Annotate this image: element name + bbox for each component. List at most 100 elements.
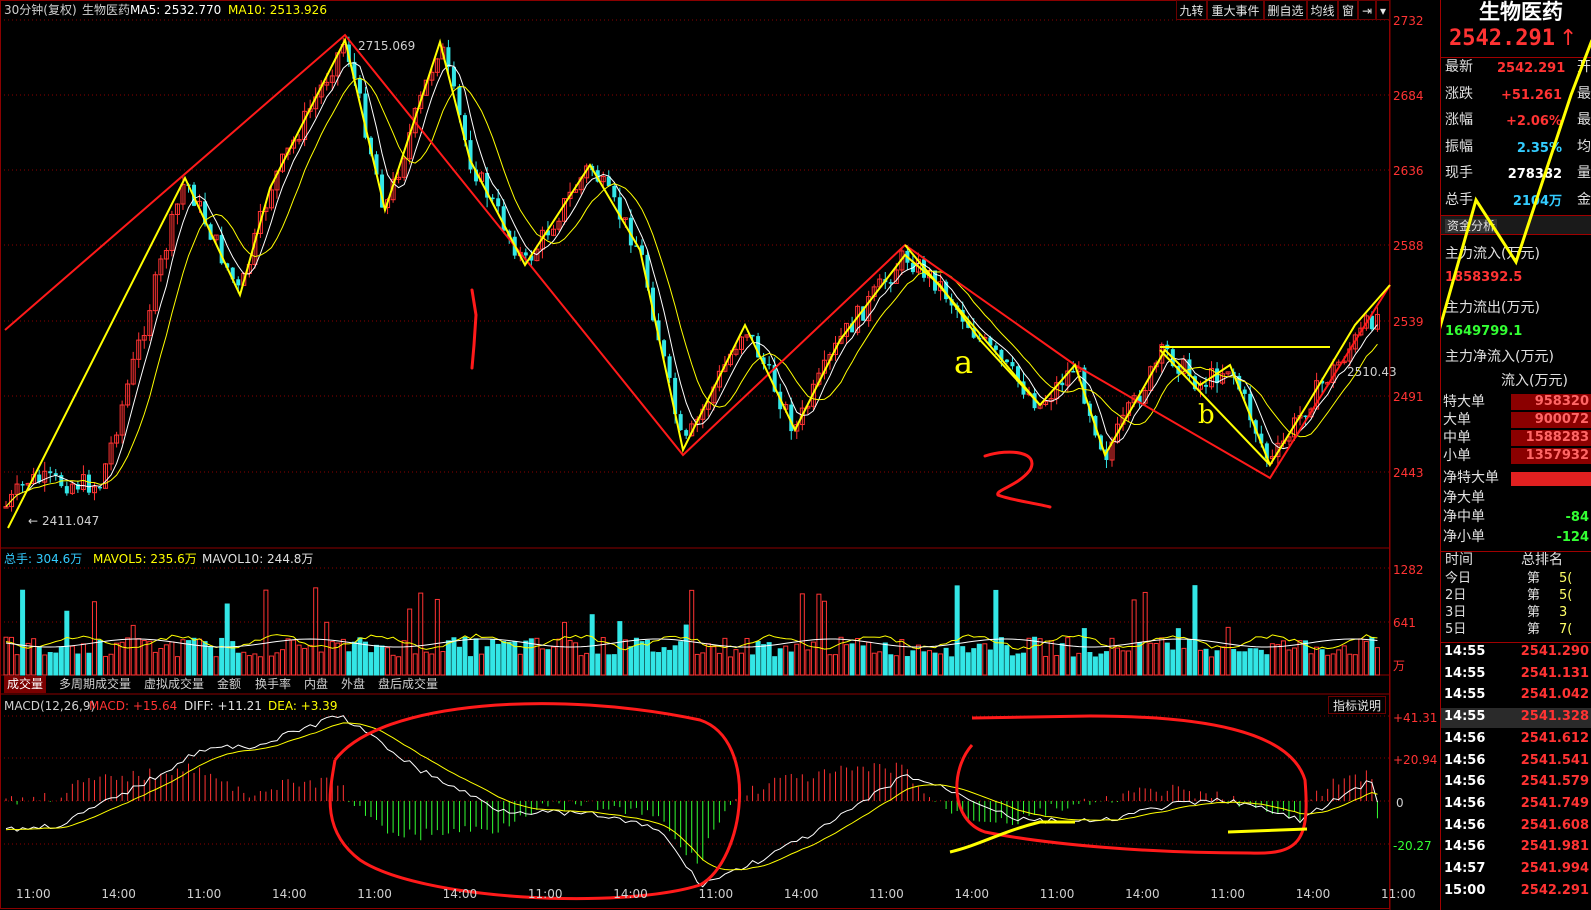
tick-price: 2541.131 xyxy=(1520,665,1589,681)
volume-bar xyxy=(1065,637,1071,676)
volume-bar xyxy=(783,645,789,676)
volume-bar xyxy=(130,624,136,676)
volume-bar xyxy=(1319,649,1325,676)
time-axis-label: 11:00 xyxy=(186,887,222,901)
time-axis-label: 14:00 xyxy=(101,887,136,901)
toolbar-button-remove-watch[interactable]: 删自选 xyxy=(1264,0,1307,20)
volume-bar xyxy=(1264,654,1270,676)
volume-bar xyxy=(1043,655,1049,676)
toolbar-button-ma[interactable]: 均线 xyxy=(1307,0,1338,20)
tab-multi-period-volume[interactable]: 多周期成交量 xyxy=(56,676,134,693)
candle-body xyxy=(98,486,103,489)
volume-bar xyxy=(125,637,131,676)
tick-time: 14:56 xyxy=(1444,774,1486,790)
candle-body xyxy=(236,279,241,286)
volume-bar xyxy=(374,644,380,676)
kline-chart[interactable] xyxy=(0,0,1440,910)
volume-bar xyxy=(844,644,850,676)
toolbar-button-jiuzhuan[interactable]: 九转 xyxy=(1176,0,1207,20)
volume-bar xyxy=(716,652,722,676)
volume-bar xyxy=(31,638,37,676)
price-axis-label: 2732 xyxy=(1393,14,1424,28)
chart-area[interactable]: 30分钟(复权) 生物医药 MA5: 2532.770 MA10: 2513.9… xyxy=(0,0,1440,910)
volume-bar xyxy=(1137,642,1143,676)
volume-bar xyxy=(307,644,313,676)
fund-analysis-tab[interactable]: 资金分析 xyxy=(1445,219,1498,233)
panel-price-up-icon: ↑ xyxy=(1559,26,1578,51)
volume-bar xyxy=(965,652,971,676)
volume-bar xyxy=(866,641,872,676)
volume-bar xyxy=(1220,646,1226,676)
volume-bar xyxy=(987,649,993,676)
candle-body xyxy=(1060,382,1065,386)
tab-turnover[interactable]: 换手率 xyxy=(252,676,294,693)
tab-outer[interactable]: 外盘 xyxy=(338,676,368,693)
volume-bar xyxy=(1247,648,1253,676)
volume-bar xyxy=(915,644,921,676)
volume-bar xyxy=(727,656,733,676)
quote-row-extra: 最 xyxy=(1577,112,1591,128)
macd-title: MACD(12,26,9) xyxy=(4,699,96,713)
candle-body xyxy=(684,430,689,436)
volume-bar xyxy=(1092,656,1098,676)
tick-price: 2542.291 xyxy=(1520,882,1589,898)
volume-bar xyxy=(191,637,197,676)
volume-bar xyxy=(904,656,910,676)
diff-value-label: DIFF: +11.21 xyxy=(184,699,262,713)
volume-bar xyxy=(445,640,451,676)
volume-bar xyxy=(794,643,800,676)
volume-bar xyxy=(1181,647,1187,676)
rank-period-label: 2日 xyxy=(1445,588,1467,603)
toolbar-button-window[interactable]: 窗 xyxy=(1338,0,1358,20)
drawn-yellow-channel xyxy=(1159,349,1271,466)
toolbar-back-icon[interactable]: ⇥ xyxy=(1358,0,1376,20)
order-inflow-value: 1588283 xyxy=(1525,430,1589,445)
volume-bar xyxy=(882,642,888,676)
time-axis-label: 14:00 xyxy=(1295,887,1331,901)
volume-bar xyxy=(855,637,861,676)
volume-bar xyxy=(1059,643,1065,676)
volume-bar xyxy=(390,654,396,676)
toolbar-dropdown-icon[interactable]: ▾ xyxy=(1376,0,1390,20)
toolbar-button-events[interactable]: 重大事件 xyxy=(1207,0,1264,20)
tab-after-hours-volume[interactable]: 盘后成交量 xyxy=(375,676,441,693)
volume-bar xyxy=(136,638,142,676)
volume-bar xyxy=(733,649,739,676)
tick-time: 15:00 xyxy=(1444,882,1486,898)
candle-body xyxy=(1242,389,1247,394)
tab-inner[interactable]: 内盘 xyxy=(301,676,331,693)
quote-row-extra: 量 xyxy=(1577,165,1591,181)
net-order-label: 净特大单 xyxy=(1443,470,1499,486)
price-axis-label: 2539 xyxy=(1393,315,1424,329)
volume-bar xyxy=(396,656,402,676)
tab-volume[interactable]: 成交量 xyxy=(4,676,47,693)
volume-total-label: 总手: 304.6万 xyxy=(4,552,83,566)
volume-bar xyxy=(661,647,667,676)
volume-bar xyxy=(567,639,573,676)
indicator-help-button[interactable]: 指标说明 xyxy=(1328,696,1386,714)
volume-bar xyxy=(1032,636,1038,676)
tab-amount[interactable]: 金额 xyxy=(214,676,244,693)
volume-bar xyxy=(910,650,916,676)
volume-bar xyxy=(1186,639,1192,676)
tick-price: 2541.579 xyxy=(1520,774,1589,790)
volume-bar xyxy=(1214,650,1220,676)
tick-price: 2541.981 xyxy=(1520,839,1589,855)
volume-bar xyxy=(1297,640,1303,676)
volume-bar xyxy=(53,652,59,676)
time-axis-label: 14:00 xyxy=(954,887,990,901)
rank-value: 3 xyxy=(1559,605,1568,620)
volume-bar xyxy=(600,637,606,676)
volume-bar xyxy=(506,641,512,676)
last-price-label: 2510.43 xyxy=(1347,365,1397,379)
volume-bar xyxy=(877,651,883,676)
time-axis-label: 14:00 xyxy=(613,887,648,901)
time-axis-label: 11:00 xyxy=(16,887,51,901)
volume-bar xyxy=(1330,653,1336,676)
price-axis-label: 2443 xyxy=(1393,466,1424,480)
candle-body xyxy=(667,356,672,378)
tick-time: 14:56 xyxy=(1444,817,1486,833)
tab-virtual-volume[interactable]: 虚拟成交量 xyxy=(141,676,207,693)
volume-bar xyxy=(296,644,302,676)
time-axis-label: 11:00 xyxy=(1039,887,1075,901)
